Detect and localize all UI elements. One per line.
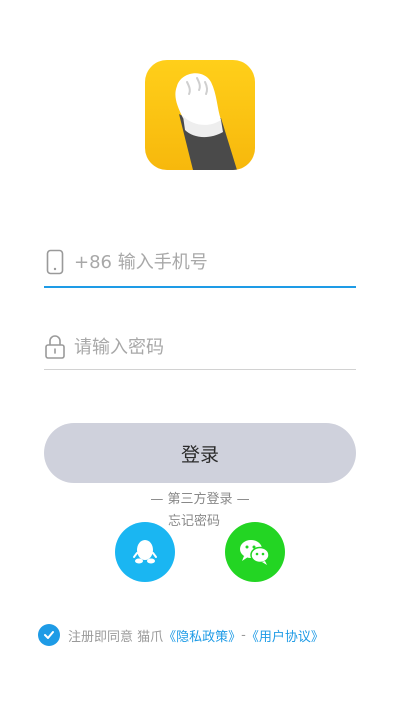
wechat-icon — [240, 540, 270, 565]
checkmark-icon — [44, 631, 54, 639]
third-party-login-label: — 第三方登录 — — [150, 492, 250, 507]
agree-checkbox[interactable] — [38, 624, 60, 646]
agreement-text: 注册即同意 猫爪 — [68, 629, 164, 645]
phone-input[interactable] — [74, 251, 356, 273]
phone-underline — [44, 286, 356, 288]
app-logo-icon — [145, 60, 255, 170]
privacy-policy-link[interactable]: 《隐私政策》 — [163, 626, 241, 645]
agreement-row: 注册即同意 猫爪 《隐私政策》 - 《用户协议》 — [38, 624, 368, 646]
login-button[interactable]: 登录 — [44, 423, 356, 483]
phone-field[interactable] — [44, 240, 356, 284]
user-agreement-link[interactable]: 《用户协议》 — [246, 626, 324, 645]
wechat-login-button[interactable] — [225, 522, 285, 582]
qq-login-button[interactable] — [115, 522, 175, 582]
password-field[interactable] — [44, 325, 356, 369]
phone-icon — [44, 249, 66, 275]
password-underline — [44, 369, 356, 370]
qq-icon — [133, 540, 157, 564]
forgot-password-link[interactable]: 忘记密码 — [0, 510, 388, 529]
lock-icon — [44, 334, 66, 360]
password-input[interactable] — [74, 336, 356, 358]
